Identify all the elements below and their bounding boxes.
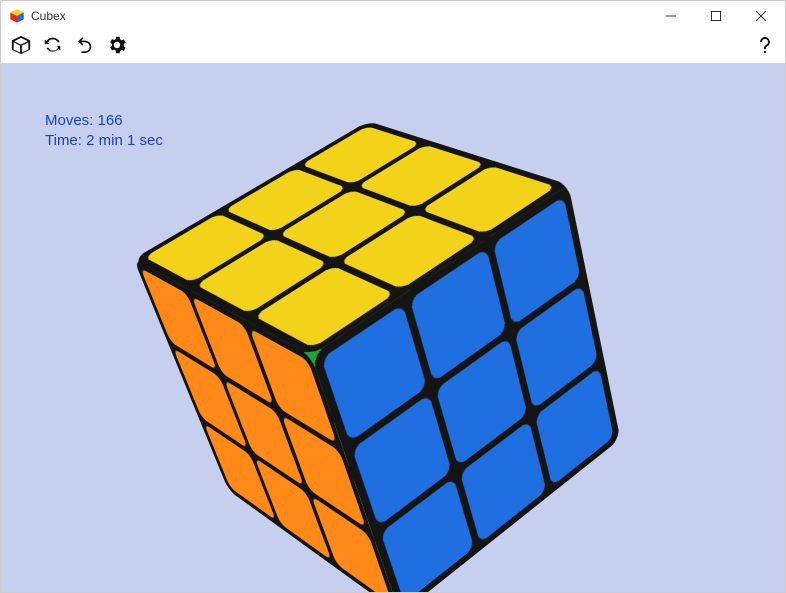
moves-label: Moves:: [45, 112, 93, 129]
window-title: Cubex: [31, 9, 648, 23]
time-value: 2 min 1 sec: [86, 132, 163, 149]
new-cube-button[interactable]: [7, 33, 35, 61]
help-icon: [753, 33, 777, 62]
help-button[interactable]: [751, 33, 779, 61]
toolbar: [1, 31, 785, 63]
settings-button[interactable]: [103, 33, 131, 61]
gear-icon: [106, 34, 128, 61]
titlebar: Cubex: [1, 1, 785, 31]
cube-canvas[interactable]: Moves: 166 Time: 2 min 1 sec: [1, 63, 785, 592]
rubiks-cube[interactable]: [215, 141, 537, 562]
minimize-button[interactable]: [648, 1, 693, 31]
app-icon: [9, 8, 25, 24]
shuffle-button[interactable]: [39, 33, 67, 61]
time-label: Time:: [45, 132, 82, 149]
moves-line: Moves: 166: [45, 111, 163, 131]
undo-button[interactable]: [71, 33, 99, 61]
cube-scene[interactable]: [233, 194, 553, 514]
moves-value: 166: [98, 112, 123, 129]
close-button[interactable]: [738, 1, 783, 31]
stats-panel: Moves: 166 Time: 2 min 1 sec: [45, 111, 163, 152]
shuffle-icon: [42, 34, 64, 61]
undo-icon: [74, 34, 96, 61]
cube-icon: [10, 34, 32, 61]
time-line: Time: 2 min 1 sec: [45, 131, 163, 151]
maximize-button[interactable]: [693, 1, 738, 31]
